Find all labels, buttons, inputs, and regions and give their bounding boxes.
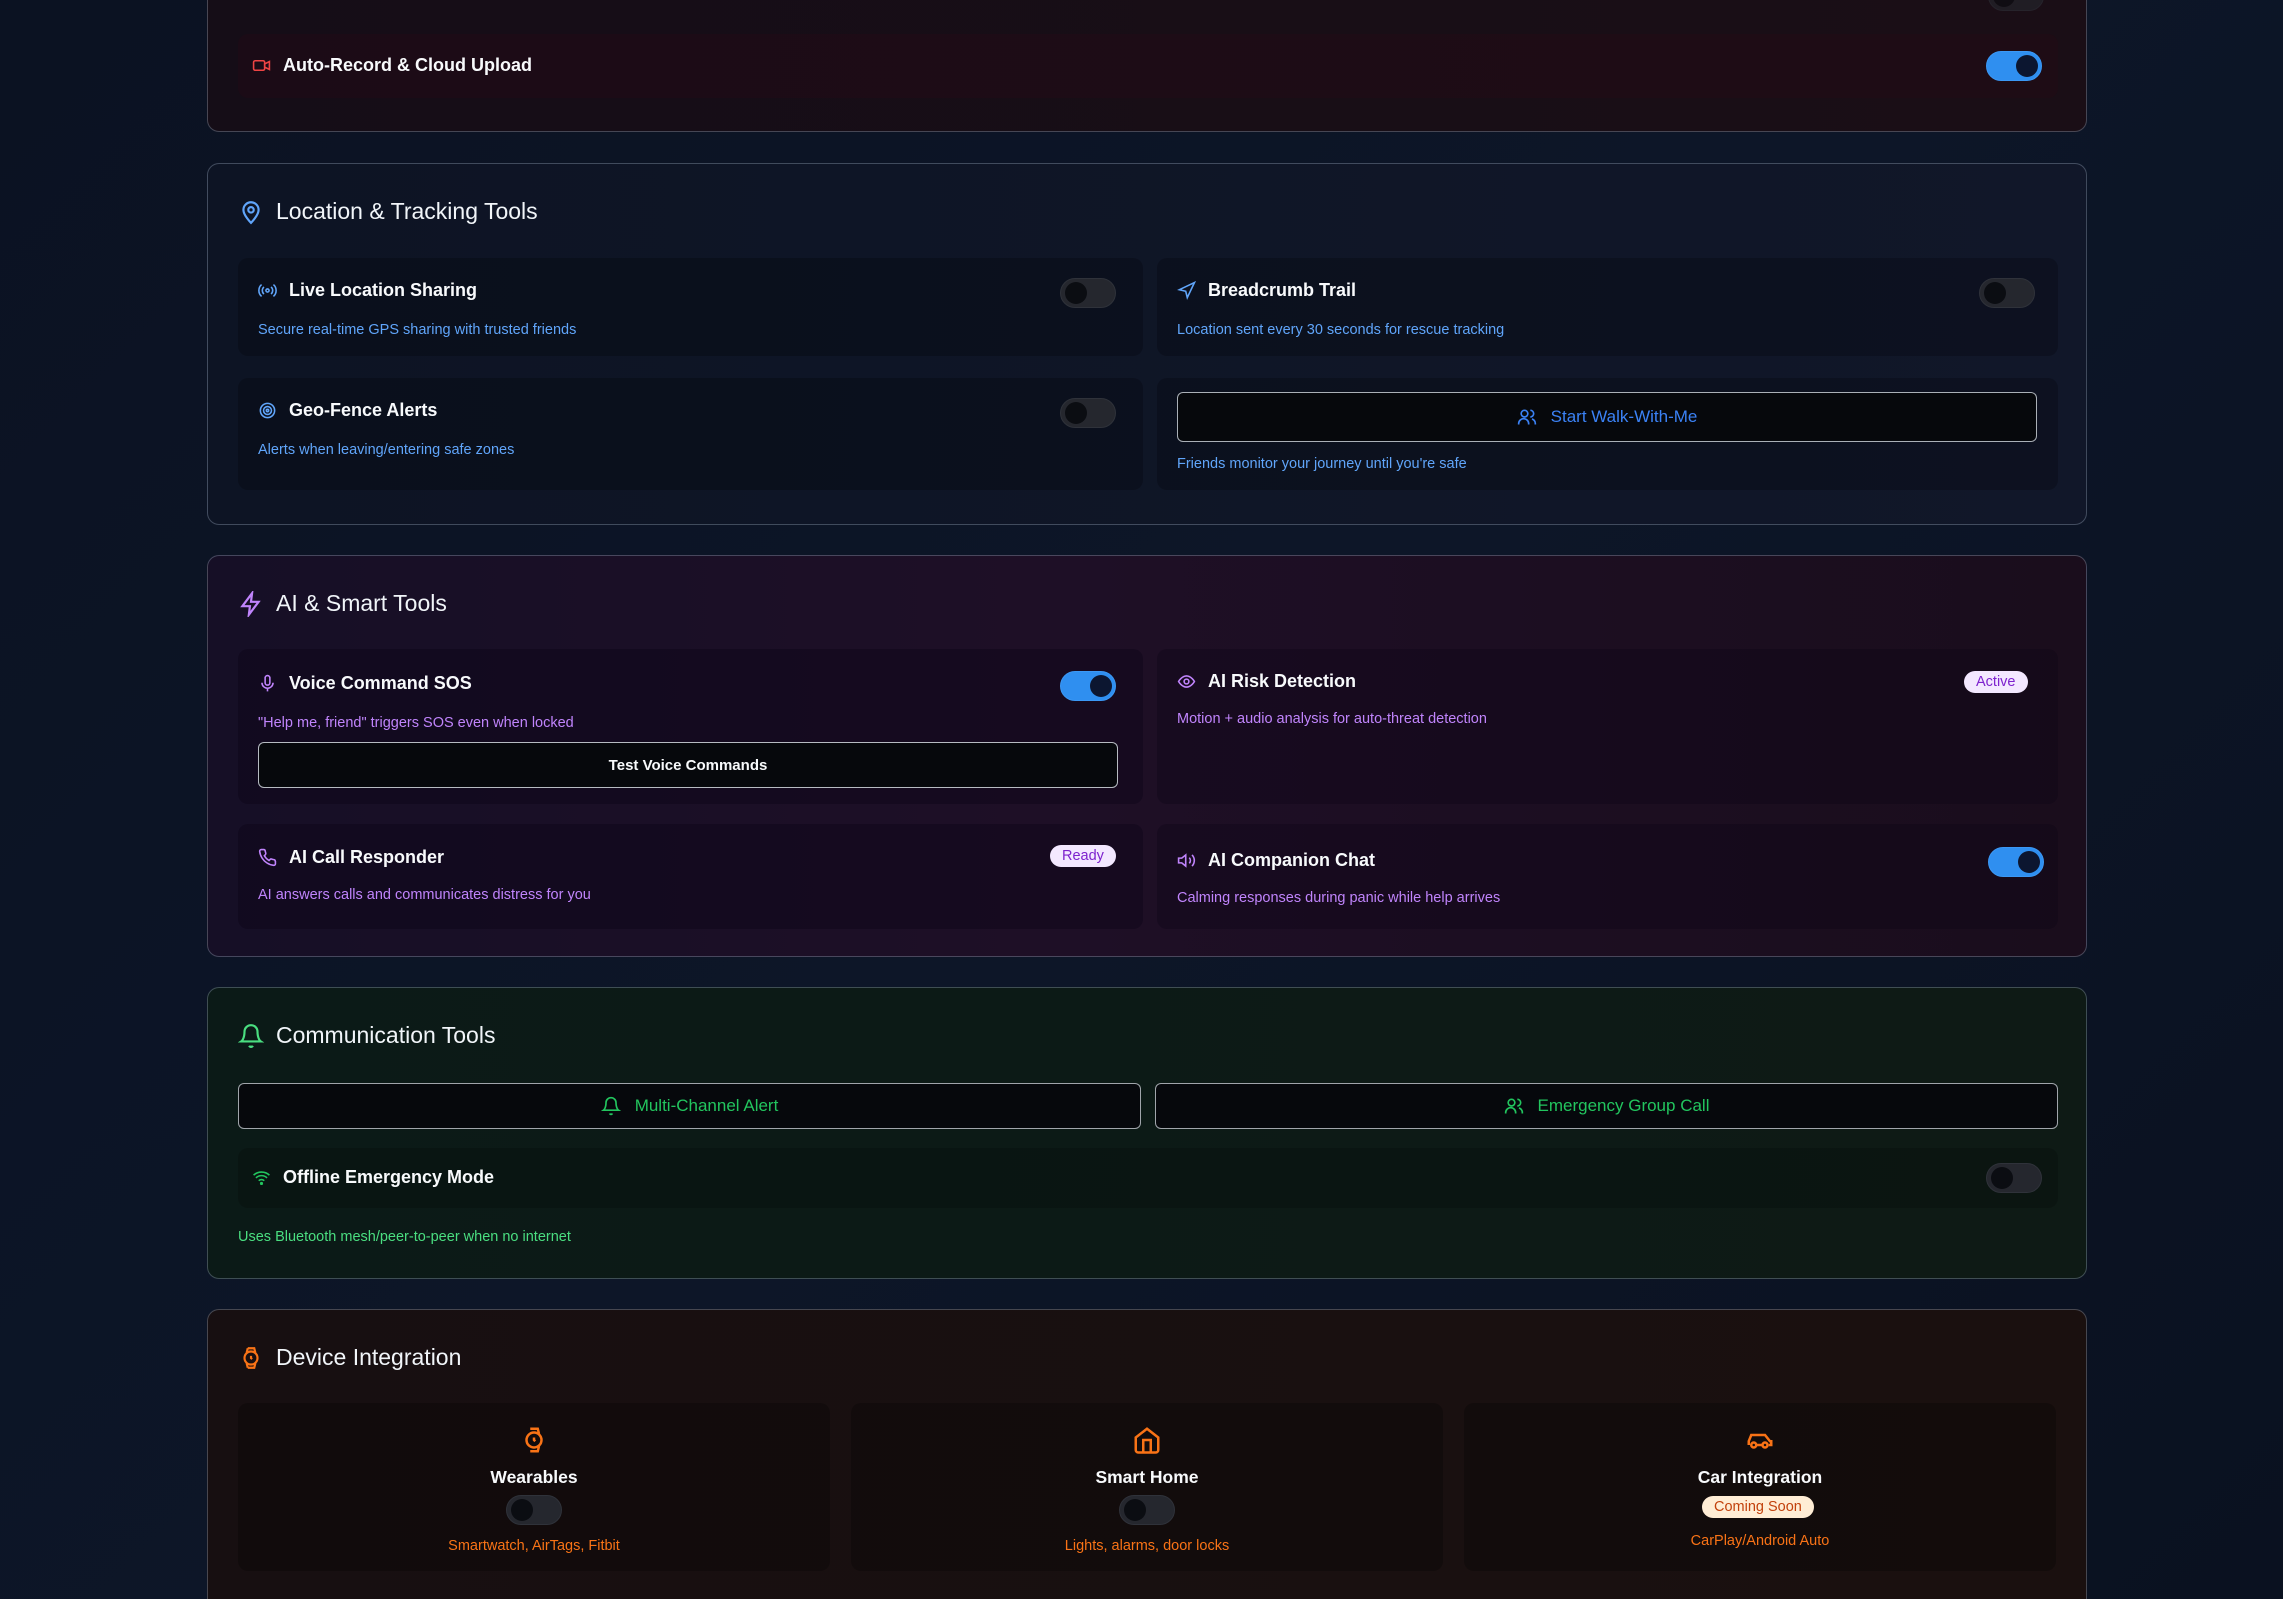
ai-call-tile: AI Call Responder AI answers calls and c… (238, 824, 1143, 929)
offline-mode-label: Offline Emergency Mode (283, 1167, 495, 1187)
watch-icon (243, 1346, 259, 1369)
breadcrumb-toggle[interactable] (1979, 278, 2035, 308)
offline-mode-toggle[interactable] (1986, 1163, 2042, 1193)
auto-record-row: Auto-Record & Cloud Upload (238, 34, 2058, 98)
breadcrumb-tile: Breadcrumb Trail Location sent every 30 … (1157, 258, 2058, 356)
breadcrumb-desc: Location sent every 30 seconds for rescu… (1177, 322, 1505, 338)
watch-icon (525, 1427, 543, 1453)
geofence-tile: Geo-Fence Alerts Alerts when leaving/ent… (238, 378, 1143, 490)
ai-risk-tile: AI Risk Detection Motion + audio analysi… (1157, 649, 2058, 804)
ai-smart-tools-card: AI & Smart Tools Voice Command SOS "Help… (207, 555, 2087, 957)
walk-button-label: Start Walk-With-Me (1550, 407, 1698, 426)
communication-title: Communication Tools (276, 1022, 496, 1048)
ai-call-label: AI Call Responder (289, 847, 445, 867)
walk-with-me-tile: Start Walk-With-Me Friends monitor your … (1157, 378, 2058, 490)
car-integration-label: Car Integration (1697, 1467, 1823, 1487)
voice-sos-tile: Voice Command SOS "Help me, friend" trig… (238, 649, 1143, 804)
wearables-toggle[interactable] (506, 1495, 562, 1525)
geofence-desc: Alerts when leaving/entering safe zones (258, 442, 515, 458)
section-title: AI & Smart Tools (238, 590, 447, 617)
radio-icon (258, 283, 277, 298)
users-icon (1504, 1098, 1523, 1114)
ai-risk-label: AI Risk Detection (1208, 671, 1357, 691)
geofence-label: Geo-Fence Alerts (289, 400, 438, 420)
wifi-icon (253, 1171, 270, 1186)
voice-sos-desc: "Help me, friend" triggers SOS even when… (258, 715, 574, 731)
offline-mode-row: Offline Emergency Mode (238, 1148, 2058, 1208)
map-pin-icon (242, 200, 260, 224)
smart-home-label: Smart Home (1095, 1467, 1199, 1487)
live-location-label: Live Location Sharing (289, 280, 478, 300)
mic-icon (261, 674, 274, 692)
smart-home-tile: Smart Home Lights, alarms, door locks (851, 1403, 1443, 1571)
auto-record-label: Auto-Record & Cloud Upload (283, 55, 532, 75)
section-title: Location & Tracking Tools (238, 198, 538, 225)
wearables-tile: Wearables Smartwatch, AirTags, Fitbit (238, 1403, 830, 1571)
communication-tools-card: Communication Tools Multi-Channel Alert … (207, 987, 2087, 1279)
ai-title: AI & Smart Tools (276, 590, 447, 616)
breadcrumb-label: Breadcrumb Trail (1208, 280, 1357, 300)
wearables-label: Wearables (490, 1467, 578, 1487)
zap-icon (240, 590, 261, 617)
phone-icon (258, 848, 277, 867)
ai-call-desc: AI answers calls and communicates distre… (258, 887, 591, 903)
live-location-toggle[interactable] (1060, 278, 1116, 308)
auto-record-toggle[interactable] (1986, 51, 2042, 81)
status-badge: Active (1964, 671, 2028, 693)
bell-icon (600, 1096, 621, 1116)
voice-sos-label: Voice Command SOS (289, 673, 472, 693)
smart-home-desc: Lights, alarms, door locks (1064, 1538, 1230, 1554)
car-icon (1747, 1433, 1773, 1449)
emergency-group-call-button[interactable]: Emergency Group Call (1155, 1083, 2058, 1129)
ai-companion-desc: Calming responses during panic while hel… (1177, 890, 1501, 906)
smart-home-toggle[interactable] (1119, 1495, 1175, 1525)
device-integration-card: Device Integration Wearables Smartwatch,… (207, 1309, 2087, 1599)
target-icon (259, 402, 276, 419)
eye-icon (1177, 675, 1196, 688)
live-location-desc: Secure real-time GPS sharing with truste… (258, 322, 577, 338)
geofence-toggle[interactable] (1060, 398, 1116, 428)
multi-channel-label: Multi-Channel Alert (634, 1096, 779, 1115)
ai-companion-toggle[interactable] (1988, 847, 2044, 877)
section-title: Communication Tools (238, 1022, 495, 1049)
test-voice-label: Test Voice Commands (608, 756, 768, 774)
walk-desc: Friends monitor your journey until you'r… (1177, 456, 1467, 472)
video-icon (252, 59, 271, 72)
live-location-tile: Live Location Sharing Secure real-time G… (238, 258, 1143, 356)
status-badge: Ready (1050, 845, 1116, 867)
coming-soon-badge: Coming Soon (1702, 1496, 1814, 1518)
ai-companion-tile: AI Companion Chat Calming responses duri… (1157, 824, 2058, 929)
ai-risk-desc: Motion + audio analysis for auto-threat … (1177, 711, 1487, 727)
group-call-label: Emergency Group Call (1537, 1096, 1710, 1115)
location-tracking-card: Location & Tracking Tools Live Location … (207, 163, 2087, 525)
offline-mode-desc: Uses Bluetooth mesh/peer-to-peer when no… (238, 1229, 571, 1245)
home-icon (1134, 1427, 1160, 1454)
voice-sos-toggle[interactable] (1060, 671, 1116, 701)
car-integration-tile: Car Integration Coming Soon CarPlay/Andr… (1464, 1403, 2056, 1571)
ai-companion-label: AI Companion Chat (1208, 850, 1375, 870)
multi-channel-alert-button[interactable]: Multi-Channel Alert (238, 1083, 1141, 1129)
start-walk-with-me-button[interactable]: Start Walk-With-Me (1177, 392, 2037, 442)
wearables-desc: Smartwatch, AirTags, Fitbit (448, 1538, 620, 1554)
recording-tools-card: Auto-Record & Cloud Upload (207, 0, 2087, 132)
previous-toggle[interactable] (1988, 0, 2044, 11)
section-title: Device Integration (238, 1344, 461, 1371)
bell-icon (238, 1023, 264, 1048)
volume-icon (1177, 853, 1196, 868)
safety-settings-page: Auto-Record & Cloud Upload Location & Tr… (0, 0, 2283, 1599)
device-title: Device Integration (276, 1344, 462, 1370)
car-integration-desc: CarPlay/Android Auto (1690, 1533, 1830, 1549)
users-icon (1517, 409, 1536, 425)
test-voice-commands-button[interactable]: Test Voice Commands (258, 742, 1118, 788)
location-title: Location & Tracking Tools (276, 198, 538, 224)
navigation-icon (1177, 281, 1196, 300)
